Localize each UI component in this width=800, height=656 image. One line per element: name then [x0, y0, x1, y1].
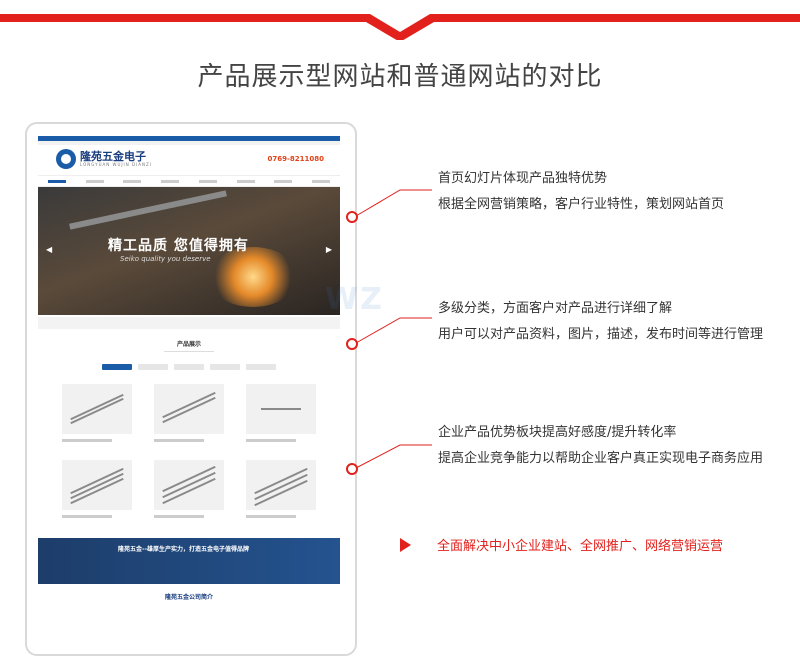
callout-marker-2: [346, 338, 358, 350]
callout-marker-3: [346, 463, 358, 475]
cta-line: 全面解决中小企业建站、全网推广、网络营销运营: [400, 535, 723, 554]
callout-slideshow: 首页幻灯片体现产品独特优势 根据全网营销策略，客户行业特性，策划网站首页: [438, 171, 725, 212]
callout-categories: 多级分类，方面客户对产品进行详细了解 用户可以对产品资料，图片，描述，发布时间等…: [438, 301, 764, 342]
play-triangle-icon: [400, 537, 411, 552]
callout-marker-1: [346, 211, 358, 223]
callout-advantages: 企业产品优势板块提高好感度/提升转化率 提高企业竞争能力以帮助企业客户真正实现电…: [438, 425, 764, 466]
cta-text: 全面解决中小企业建站、全网推广、网络营销运营: [437, 539, 724, 554]
